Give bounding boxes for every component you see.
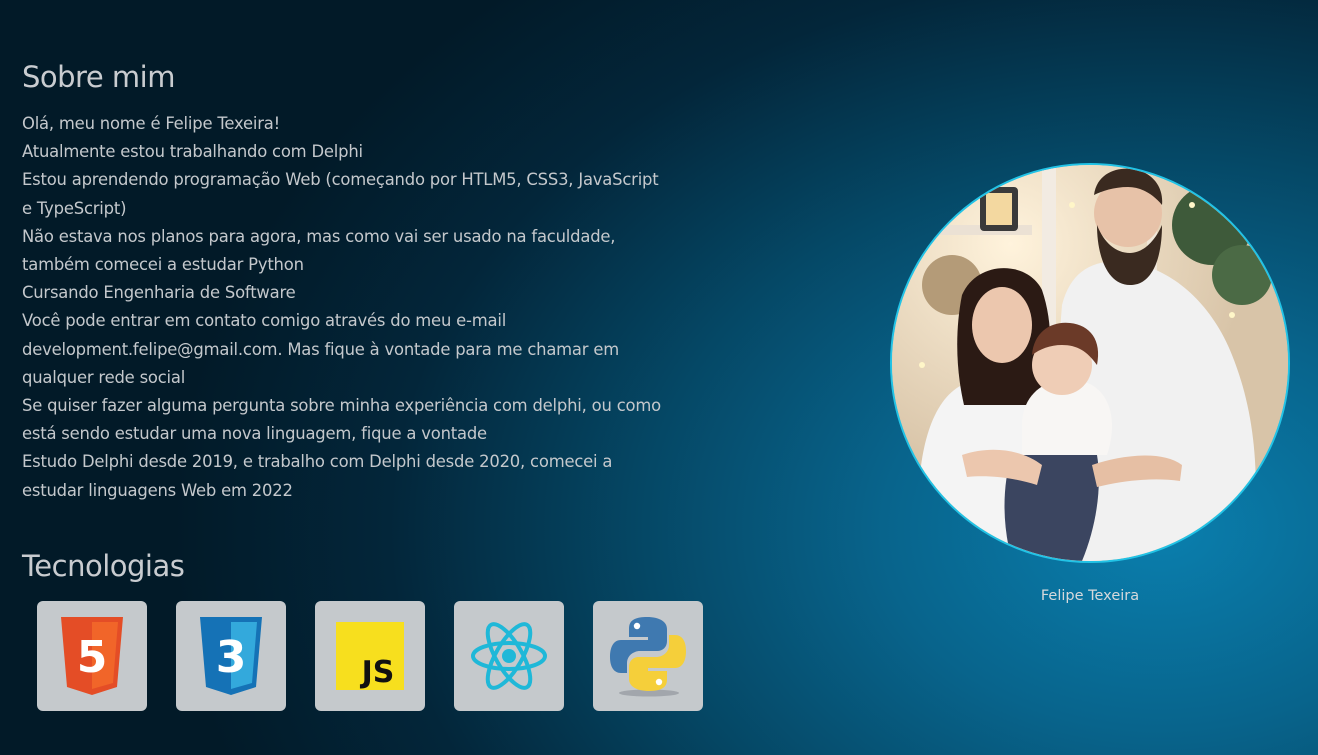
about-line: Estudo Delphi desde 2019, e trabalho com… <box>22 452 613 472</box>
python-icon <box>610 617 686 697</box>
about-line: Não estava nos planos para agora, mas co… <box>22 226 616 246</box>
technologies-title: Tecnologias <box>22 549 185 583</box>
javascript-icon: JS <box>336 622 404 690</box>
about-line: development.felipe@gmail.com. Mas fique … <box>22 339 619 359</box>
about-line: está sendo estudar uma nova linguagem, f… <box>22 424 487 444</box>
about-line: Estou aprendendo programação Web (começa… <box>22 170 659 190</box>
profile-photo <box>890 163 1290 563</box>
tech-card-python <box>593 601 703 711</box>
profile-caption: Felipe Texeira <box>1040 588 1140 604</box>
about-text: Olá, meu nome é Felipe Texeira! Atualmen… <box>22 110 722 505</box>
about-line: estudar linguagens Web em 2022 <box>22 480 293 500</box>
about-line: Olá, meu nome é Felipe Texeira! <box>22 114 280 133</box>
tech-card-html5: 5 <box>37 601 147 711</box>
css3-label: 3 <box>216 632 247 683</box>
react-icon <box>471 622 547 690</box>
about-line: Atualmente estou trabalhando com Delphi <box>22 142 363 162</box>
tech-card-javascript: JS <box>315 601 425 711</box>
html5-label: 5 <box>77 632 108 683</box>
javascript-label: JS <box>360 655 395 690</box>
about-section: Sobre mim Olá, meu nome é Felipe Texeira… <box>22 60 722 505</box>
tech-card-css3: 3 <box>176 601 286 711</box>
about-line: Cursando Engenharia de Software <box>22 283 296 303</box>
css3-icon: 3 <box>200 617 262 695</box>
about-line: e TypeScript) <box>22 198 127 218</box>
about-line: Você pode entrar em contato comigo atrav… <box>22 311 507 331</box>
html5-icon: 5 <box>61 617 123 695</box>
about-line: também comecei a estudar Python <box>22 255 304 275</box>
about-title: Sobre mim <box>22 60 175 94</box>
about-line: Se quiser fazer alguma pergunta sobre mi… <box>22 396 661 416</box>
technologies-list: 5 3 JS <box>37 601 703 711</box>
about-line: qualquer rede social <box>22 367 186 387</box>
tech-card-react <box>454 601 564 711</box>
family-photo-illustration <box>892 165 1288 561</box>
